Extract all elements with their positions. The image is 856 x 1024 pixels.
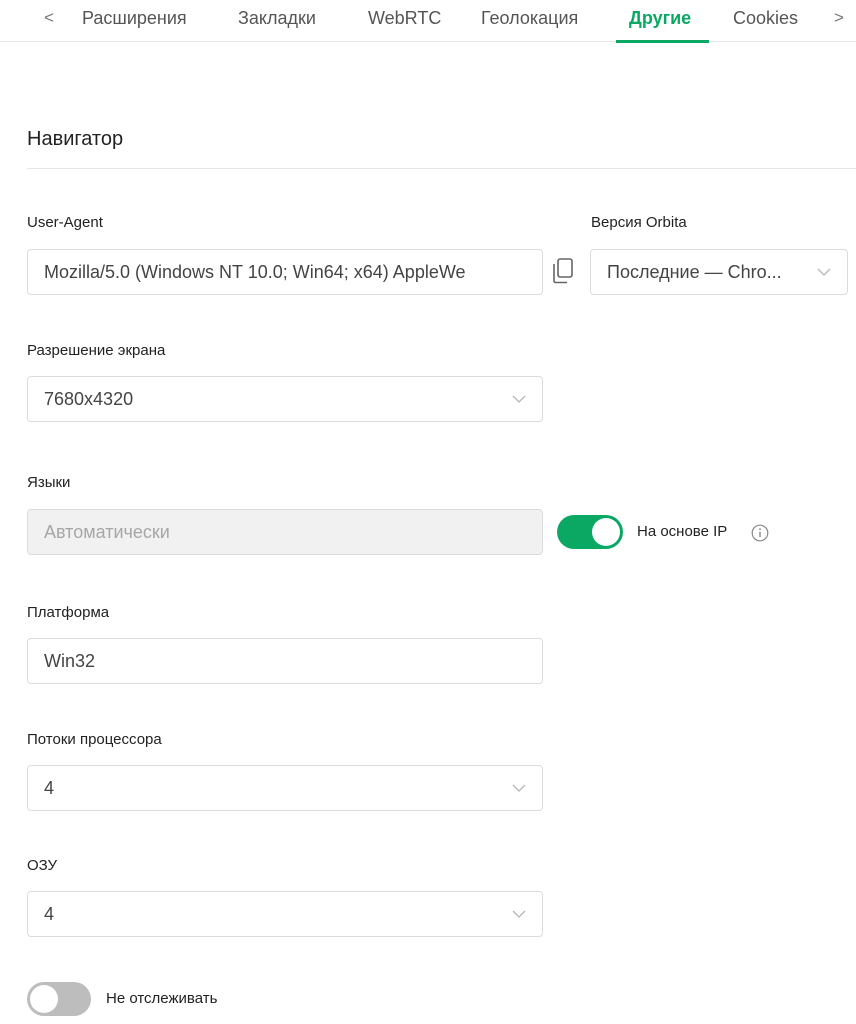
info-icon[interactable] <box>751 524 769 542</box>
user-agent-label: User-Agent <box>27 214 103 231</box>
toggle-knob <box>30 985 58 1013</box>
orbita-version-label: Версия Orbita <box>591 214 687 231</box>
orbita-version-value: Последние — Chro... <box>607 261 782 282</box>
tab-extensions[interactable]: Расширения <box>82 8 187 28</box>
tabs-prev-arrow-icon[interactable]: < <box>44 8 54 28</box>
tab-geolocation[interactable]: Геолокация <box>481 8 578 28</box>
orbita-version-select[interactable]: Последние — Chro... <box>590 249 848 295</box>
platform-value: Win32 <box>44 650 96 671</box>
languages-label: Языки <box>27 474 71 491</box>
cpu-threads-value: 4 <box>44 777 55 798</box>
chevron-down-icon <box>512 395 526 403</box>
active-tab-indicator <box>616 40 709 43</box>
ip-based-languages-toggle[interactable] <box>557 515 623 549</box>
chevron-down-icon <box>512 784 526 792</box>
ip-based-languages-label: На основе IP <box>637 523 728 540</box>
tabs-next-arrow-icon[interactable]: > <box>834 8 844 28</box>
screen-resolution-label: Разрешение экрана <box>27 342 166 359</box>
cpu-threads-select[interactable]: 4 <box>27 765 543 811</box>
tab-bar: < Расширения Закладки WebRTC Геолокация … <box>0 0 856 43</box>
cpu-threads-label: Потоки процессора <box>27 731 162 748</box>
ram-select[interactable]: 4 <box>27 891 543 937</box>
copy-icon[interactable] <box>552 258 574 284</box>
toggle-knob <box>592 518 620 546</box>
chevron-down-icon <box>512 910 526 918</box>
do-not-track-label: Не отслеживать <box>106 990 218 1007</box>
section-divider <box>27 168 856 169</box>
user-agent-value: Mozilla/5.0 (Windows NT 10.0; Win64; x64… <box>44 261 466 282</box>
user-agent-input[interactable]: Mozilla/5.0 (Windows NT 10.0; Win64; x64… <box>27 249 543 295</box>
ram-value: 4 <box>44 903 55 924</box>
tab-cookies[interactable]: Cookies <box>733 8 798 28</box>
platform-label: Платформа <box>27 604 110 621</box>
tab-webrtc[interactable]: WebRTC <box>368 8 441 28</box>
settings-page: < Расширения Закладки WebRTC Геолокация … <box>0 0 856 1024</box>
ram-label: ОЗУ <box>27 857 58 874</box>
platform-input[interactable]: Win32 <box>27 638 543 684</box>
screen-resolution-select[interactable]: 7680x4320 <box>27 376 543 422</box>
section-title: Навигатор <box>27 128 124 150</box>
tab-other[interactable]: Другие <box>629 8 691 28</box>
languages-placeholder: Автоматически <box>44 521 170 542</box>
do-not-track-toggle[interactable] <box>27 982 91 1016</box>
languages-input: Автоматически <box>27 509 543 555</box>
tab-bookmarks[interactable]: Закладки <box>238 8 316 28</box>
chevron-down-icon <box>817 268 831 276</box>
screen-resolution-value: 7680x4320 <box>44 388 134 409</box>
